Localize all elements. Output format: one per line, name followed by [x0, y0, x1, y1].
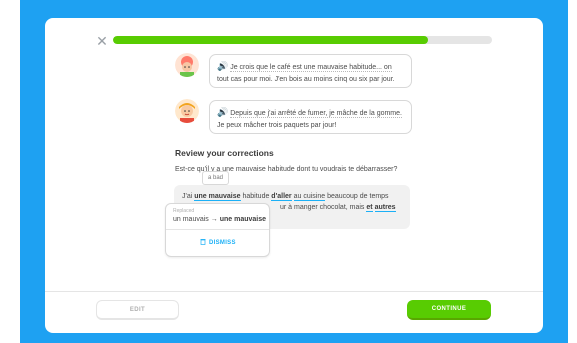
close-icon[interactable]: ✕: [96, 34, 108, 48]
answer-text: J'ai: [182, 193, 195, 200]
progress-fill: [113, 36, 428, 44]
continue-button[interactable]: CONTINUE: [407, 300, 491, 320]
message-bubble: 🔊 Depuis que j'ai arrêté de fumer, je mâc…: [209, 100, 412, 134]
popup-label: Replaced: [173, 208, 195, 214]
correction[interactable]: une mauvaise: [194, 193, 241, 201]
correction[interactable]: d'aller: [271, 193, 292, 201]
message-text: Depuis que j'ai arrêté de fumer, je mâch…: [230, 110, 402, 118]
message-bubble: 🔊 Je crois que le café est une mauvaise h…: [209, 54, 412, 88]
trash-icon: [200, 239, 206, 245]
speaker-icon[interactable]: 🔊: [217, 61, 228, 71]
message-text: tout cas pour moi. J'en bois au moins ci…: [217, 76, 395, 83]
message-line: 🔊 Depuis que j'ai arrêté de fumer, je mâc…: [217, 106, 404, 120]
answer-text: ur à manger chocolat, mais: [280, 204, 367, 211]
correction[interactable]: autres: [374, 204, 396, 212]
avatar: [175, 53, 199, 77]
answer-text: beaucoup de temps: [325, 193, 389, 200]
dismiss-label: DISMISS: [209, 240, 236, 246]
divider: [166, 229, 269, 230]
old-text: un mauvais: [173, 216, 209, 223]
new-text: une mauvaise: [219, 216, 267, 223]
dismiss-button[interactable]: DISMISS: [200, 238, 236, 246]
scrollbar[interactable]: [568, 0, 577, 343]
answer-text: habitude: [240, 193, 272, 200]
progress-bar: [113, 36, 492, 44]
lesson-card: ✕ 🔊 Je crois que le café est une mauvaise…: [45, 18, 543, 333]
correction-popup: Replaced un mauvais → une mauvaise DISMI…: [165, 203, 270, 257]
arrow-icon: →: [210, 216, 218, 223]
footer-divider: [45, 291, 543, 292]
popup-change: un mauvais → une mauvaise: [173, 216, 266, 223]
speaker-icon[interactable]: 🔊: [217, 107, 228, 117]
message-text: Je crois que le café est une mauvaise ha…: [230, 64, 392, 72]
translation-tooltip: a bad: [202, 171, 230, 185]
message-text: Je peux mâcher trois paquets par jour!: [217, 122, 337, 129]
edit-button[interactable]: EDIT: [96, 300, 179, 320]
correction[interactable]: et: [366, 204, 373, 212]
correction[interactable]: au cuisine: [293, 193, 326, 201]
message-line: 🔊 Je crois que le café est une mauvaise h…: [217, 60, 404, 74]
review-title: Review your corrections: [175, 148, 274, 158]
avatar: [175, 99, 199, 123]
answer-line: J'ai une mauvaise habitude d'aller au cu…: [182, 191, 402, 202]
